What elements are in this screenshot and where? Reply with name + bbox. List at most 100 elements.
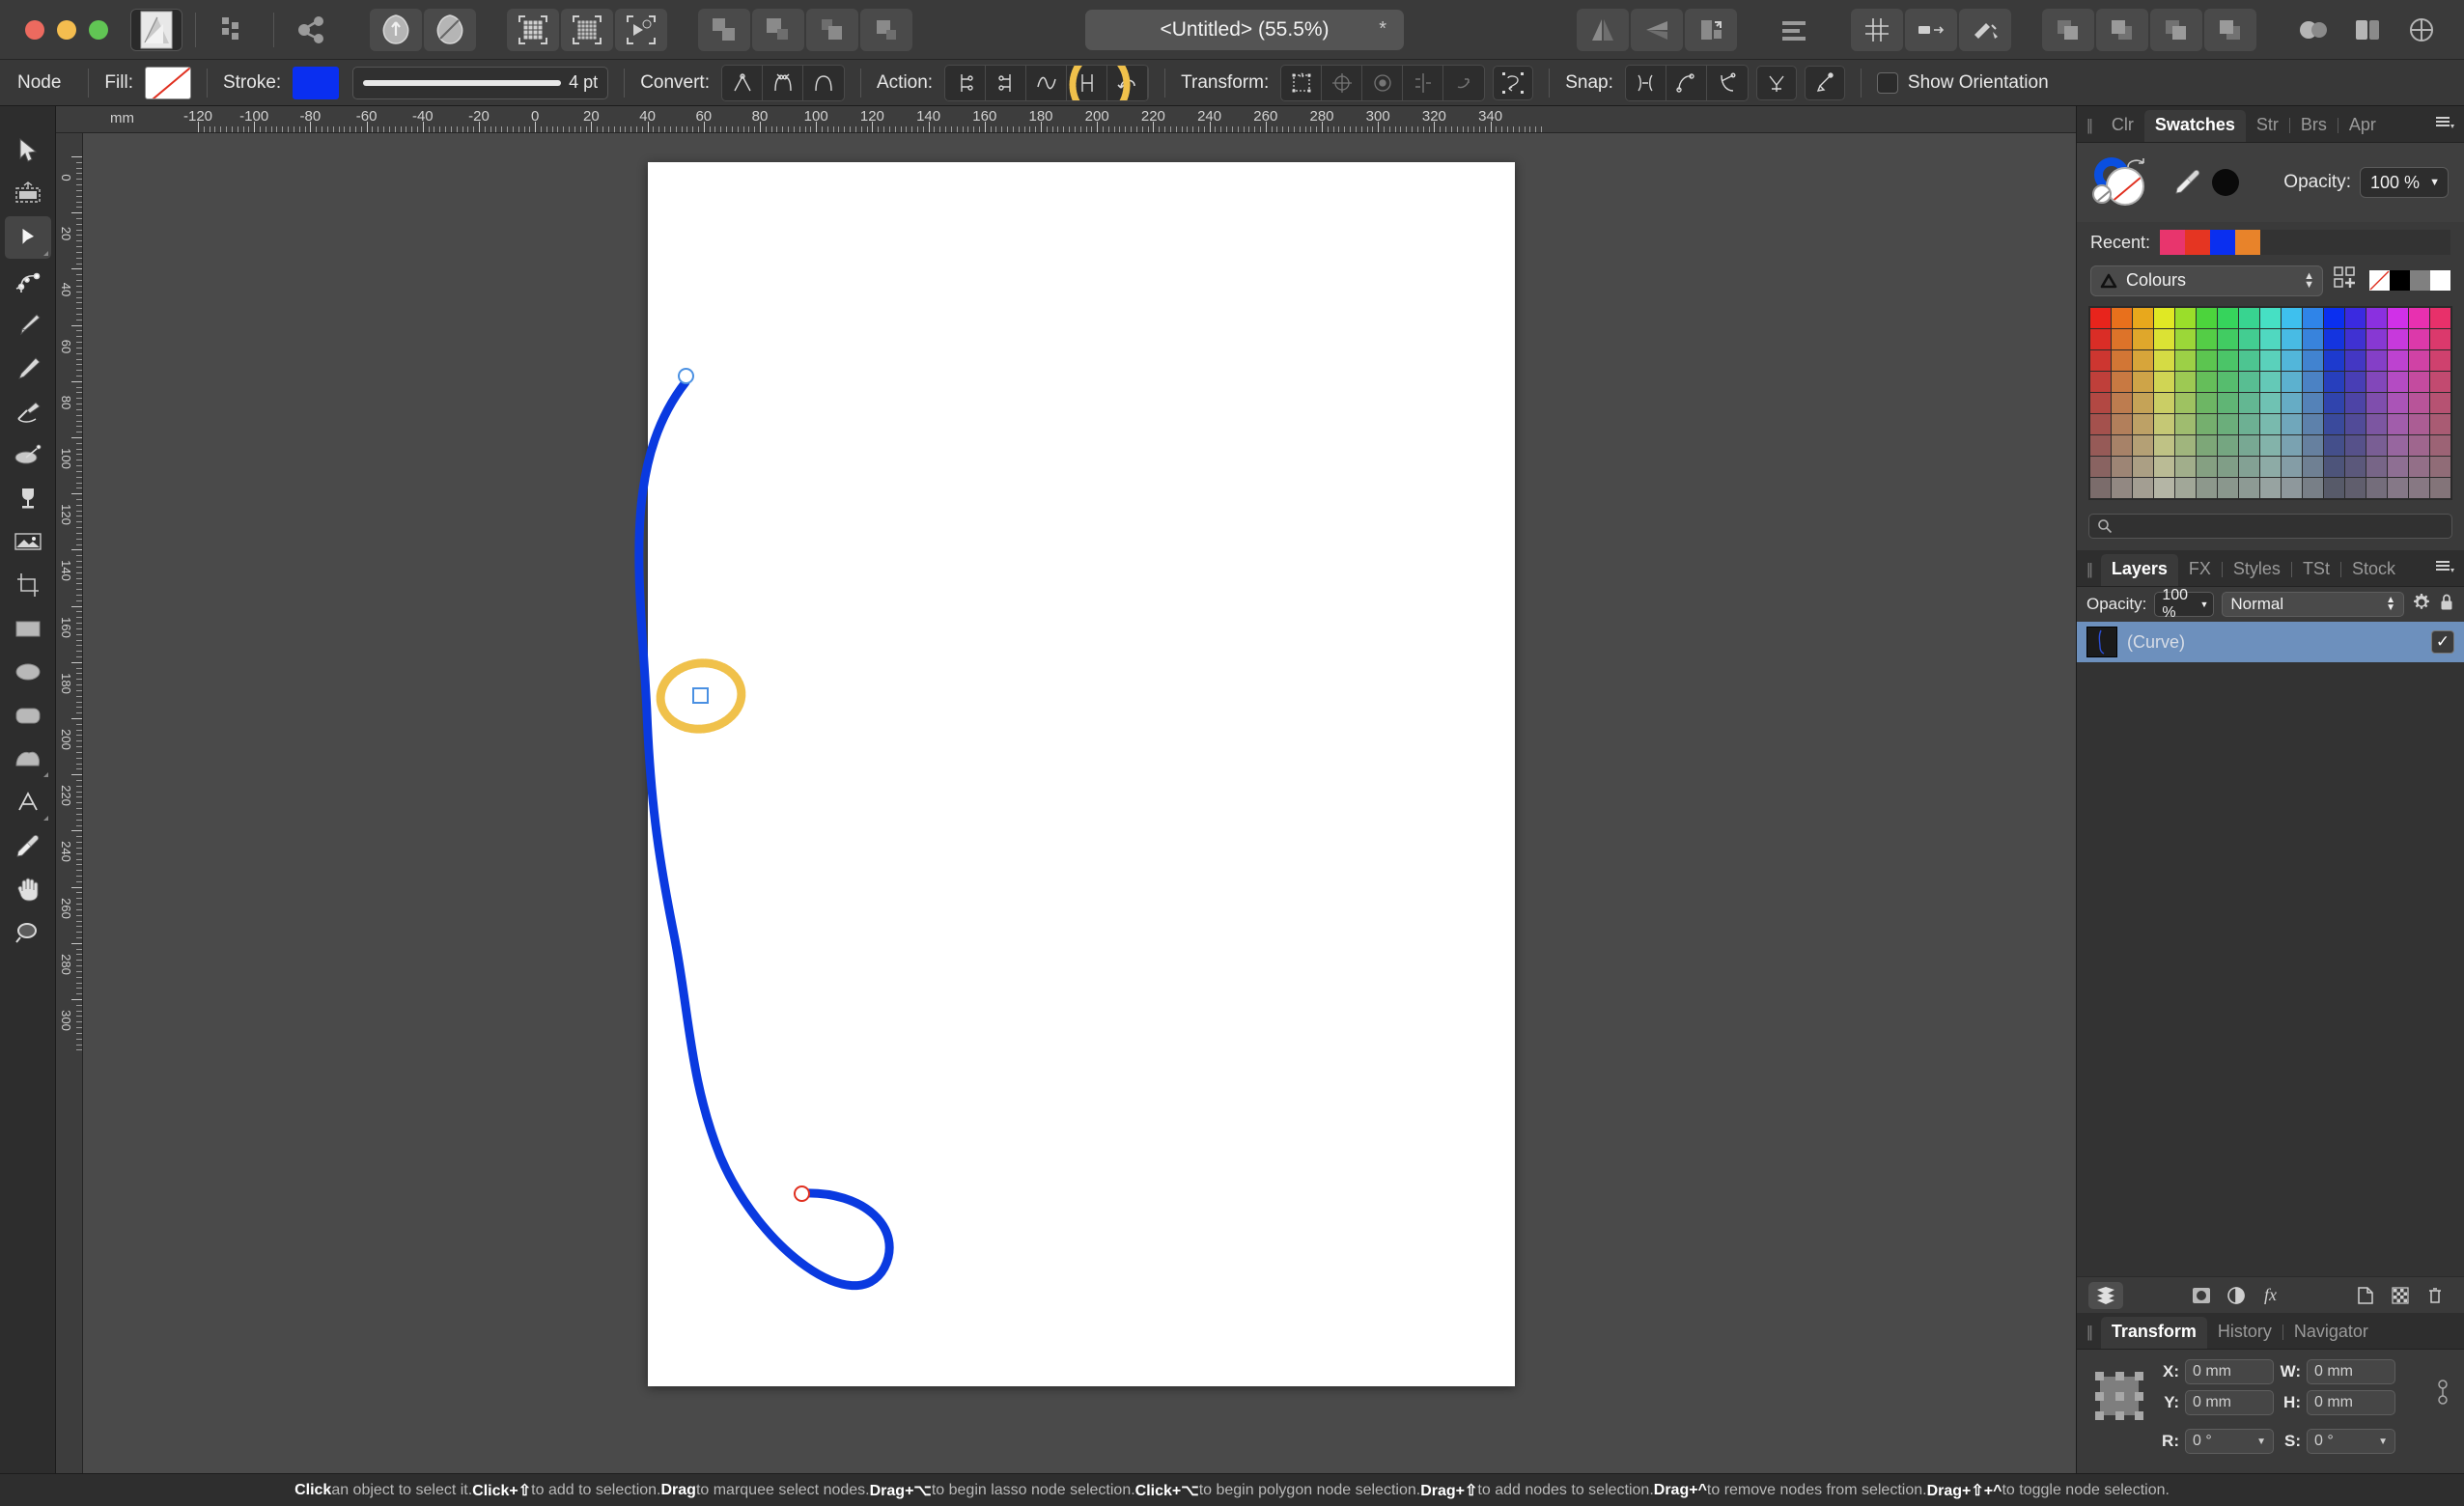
fill-tool[interactable] xyxy=(5,433,51,476)
arrange-front-button[interactable] xyxy=(2042,8,2094,51)
palette-swatch[interactable] xyxy=(2303,350,2323,371)
mask-circle-icon[interactable] xyxy=(2184,1282,2219,1309)
quick-swatch-gray[interactable] xyxy=(2410,270,2430,291)
palette-swatch[interactable] xyxy=(2197,329,2217,349)
transform-anchor-icon[interactable] xyxy=(2090,1367,2148,1425)
table-row[interactable]: (Curve) ✓ xyxy=(2077,622,2464,662)
pencil-tool[interactable] xyxy=(5,347,51,389)
palette-swatch[interactable] xyxy=(2430,393,2450,413)
palette-swatch[interactable] xyxy=(2282,457,2302,477)
quick-swatch-black[interactable] xyxy=(2390,270,2410,291)
close-button[interactable] xyxy=(25,19,44,40)
palette-swatch[interactable] xyxy=(2260,457,2281,477)
palette-swatch[interactable] xyxy=(2409,478,2429,498)
recent-swatch[interactable] xyxy=(2185,230,2211,255)
artistic-text-tool[interactable] xyxy=(5,781,51,823)
shape-tool[interactable] xyxy=(5,738,51,780)
crop-tool[interactable] xyxy=(5,564,51,606)
snap-point-icon[interactable] xyxy=(1804,65,1845,100)
palette-swatch[interactable] xyxy=(2388,414,2408,434)
palette-swatch[interactable] xyxy=(2430,372,2450,392)
smooth-curve-icon[interactable] xyxy=(1026,65,1068,100)
mirror-icon[interactable] xyxy=(1403,65,1444,100)
palette-swatch[interactable] xyxy=(2154,457,2174,477)
palette-swatch[interactable] xyxy=(2218,457,2238,477)
palette-swatch[interactable] xyxy=(2090,350,2111,371)
boolean-intersect-button[interactable] xyxy=(806,8,858,51)
palette-swatch[interactable] xyxy=(2260,393,2281,413)
tab-str[interactable]: Str xyxy=(2246,110,2289,142)
palette-swatch[interactable] xyxy=(2239,329,2259,349)
palette-swatch[interactable] xyxy=(2239,372,2259,392)
palette-swatch[interactable] xyxy=(2090,414,2111,434)
break-curve-icon[interactable] xyxy=(945,65,987,100)
palette-swatch[interactable] xyxy=(2303,414,2323,434)
cycle-transform-icon[interactable] xyxy=(1493,65,1534,100)
tab-stock[interactable]: Stock xyxy=(2341,554,2406,586)
convert-to-sharp-icon[interactable] xyxy=(722,65,763,100)
layer-visibility-checkbox[interactable]: ✓ xyxy=(2431,630,2454,654)
swatches-opacity-field[interactable]: 100 % ▼ xyxy=(2360,167,2449,198)
palette-swatch[interactable] xyxy=(2218,329,2238,349)
palette-swatch[interactable] xyxy=(2345,435,2366,456)
transform-center-icon[interactable] xyxy=(1362,65,1404,100)
palette-swatch[interactable] xyxy=(2112,435,2132,456)
palette-swatch[interactable] xyxy=(2260,435,2281,456)
tab-brs[interactable]: Brs xyxy=(2290,110,2338,142)
app-icon[interactable] xyxy=(130,8,182,51)
swatch-grid[interactable] xyxy=(2088,306,2452,500)
palette-swatch[interactable] xyxy=(2175,372,2196,392)
palette-swatch[interactable] xyxy=(2430,478,2450,498)
palette-swatch[interactable] xyxy=(2239,308,2259,328)
document-tab[interactable]: <Untitled> (55.5%) * xyxy=(1085,9,1404,50)
palette-swatch[interactable] xyxy=(2388,393,2408,413)
tab-transform[interactable]: Transform xyxy=(2100,1317,2207,1349)
lock-icon[interactable] xyxy=(2439,593,2454,617)
show-orientation-checkbox[interactable] xyxy=(1876,71,1898,94)
rectangle-tool[interactable] xyxy=(5,607,51,650)
quick-swatch-none[interactable] xyxy=(2369,270,2390,291)
palette-swatch[interactable] xyxy=(2154,329,2174,349)
tab-history[interactable]: History xyxy=(2207,1317,2282,1349)
palette-swatch[interactable] xyxy=(2175,435,2196,456)
stroke-swatch[interactable] xyxy=(293,66,340,99)
palette-swatch[interactable] xyxy=(2197,393,2217,413)
palette-swatch[interactable] xyxy=(2218,372,2238,392)
palette-swatch[interactable] xyxy=(2345,308,2366,328)
snapping-button[interactable] xyxy=(1905,8,1957,51)
palette-swatch[interactable] xyxy=(2112,414,2132,434)
recent-colors-strip[interactable] xyxy=(2160,230,2450,255)
y-field[interactable]: 0 mm xyxy=(2185,1390,2274,1415)
palette-swatch[interactable] xyxy=(2112,478,2132,498)
fx-icon[interactable]: fx xyxy=(2254,1282,2288,1309)
palette-swatch[interactable] xyxy=(2366,393,2387,413)
snap-tangent-icon[interactable] xyxy=(1707,66,1748,100)
tab-tst[interactable]: TSt xyxy=(2292,554,2340,586)
palette-swatch[interactable] xyxy=(2430,308,2450,328)
palette-swatch[interactable] xyxy=(2282,350,2302,371)
palette-swatch[interactable] xyxy=(2409,329,2429,349)
swap-colors-icon[interactable] xyxy=(2125,155,2148,175)
palette-swatch[interactable] xyxy=(2218,414,2238,434)
x-field[interactable]: 0 mm xyxy=(2185,1359,2274,1384)
open-document-button[interactable] xyxy=(424,8,476,51)
palette-swatch[interactable] xyxy=(2324,435,2344,456)
palette-swatch[interactable] xyxy=(2133,457,2153,477)
chevron-down-icon[interactable]: ▼ xyxy=(2256,1436,2266,1447)
fill-stroke-indicator[interactable] xyxy=(2092,155,2156,209)
palette-swatch[interactable] xyxy=(2345,457,2366,477)
palette-swatch[interactable] xyxy=(2112,372,2132,392)
palette-swatch[interactable] xyxy=(2324,457,2344,477)
layers-opacity-field[interactable]: 100 % ▼ xyxy=(2154,587,2215,621)
pixel-grid-button[interactable] xyxy=(507,8,559,51)
artboard-tool[interactable] xyxy=(5,173,51,215)
palette-select[interactable]: Colours ▲ ▼ xyxy=(2090,265,2323,296)
palette-swatch[interactable] xyxy=(2218,393,2238,413)
palette-swatch[interactable] xyxy=(2260,478,2281,498)
palette-swatch[interactable] xyxy=(2366,457,2387,477)
show-bounding-box-icon[interactable] xyxy=(1281,65,1323,100)
colour-picker-tool[interactable] xyxy=(5,824,51,867)
palette-swatch[interactable] xyxy=(2345,393,2366,413)
palette-swatch[interactable] xyxy=(2090,435,2111,456)
palette-swatch[interactable] xyxy=(2388,329,2408,349)
